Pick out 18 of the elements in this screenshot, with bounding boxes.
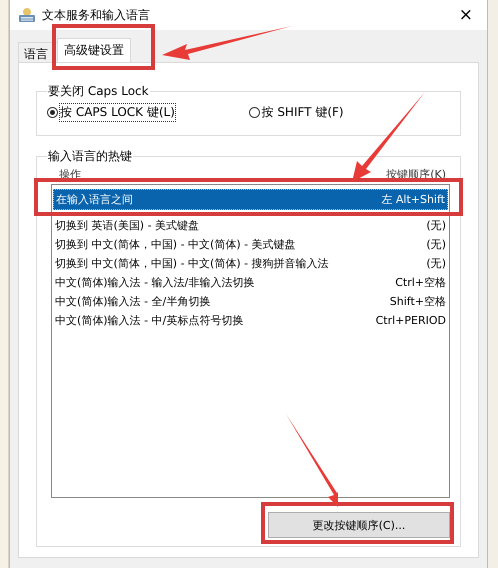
- radio-option[interactable]: 按 SHIFT 键(F): [248, 104, 450, 121]
- keyboard-icon: [18, 7, 36, 23]
- window-title: 文本服务和输入语言: [42, 6, 151, 24]
- list-row[interactable]: 在输入语言之间 左 Alt+Shift: [53, 189, 448, 210]
- radio-button[interactable]: [47, 107, 58, 118]
- close-button[interactable]: ×: [454, 6, 477, 24]
- group-title: 要关闭 Caps Lock: [47, 83, 150, 100]
- radio-button[interactable]: [248, 107, 260, 118]
- list-row[interactable]: 中文(简体)输入法 - 全/半角切换 Shift+空格: [53, 292, 448, 311]
- list-row[interactable]: 中文(简体)输入法 - 输入法/非输入法切换 Ctrl+空格: [53, 273, 448, 292]
- list-row[interactable]: 中文(简体)输入法 - 中/英标点符号切换 Ctrl+PERIOD: [53, 311, 448, 330]
- list-row[interactable]: 切换到 中文(简体，中国) - 中文(简体) - 搜狗拼音输入法 (无): [53, 254, 448, 273]
- group-title: 输入语言的热键: [47, 148, 133, 165]
- list-row[interactable]: 切换到 英语(美国) - 美式键盘 (无): [53, 216, 448, 235]
- radio-option[interactable]: 按 CAPS LOCK 键(L): [47, 104, 248, 121]
- tab[interactable]: 高级键设置: [57, 38, 131, 62]
- list-row[interactable]: 切换到 中文(简体，中国) - 中文(简体) - 美式键盘 (无): [53, 235, 448, 254]
- change-key-sequence-button[interactable]: 更改按键顺序(C)...: [268, 512, 450, 538]
